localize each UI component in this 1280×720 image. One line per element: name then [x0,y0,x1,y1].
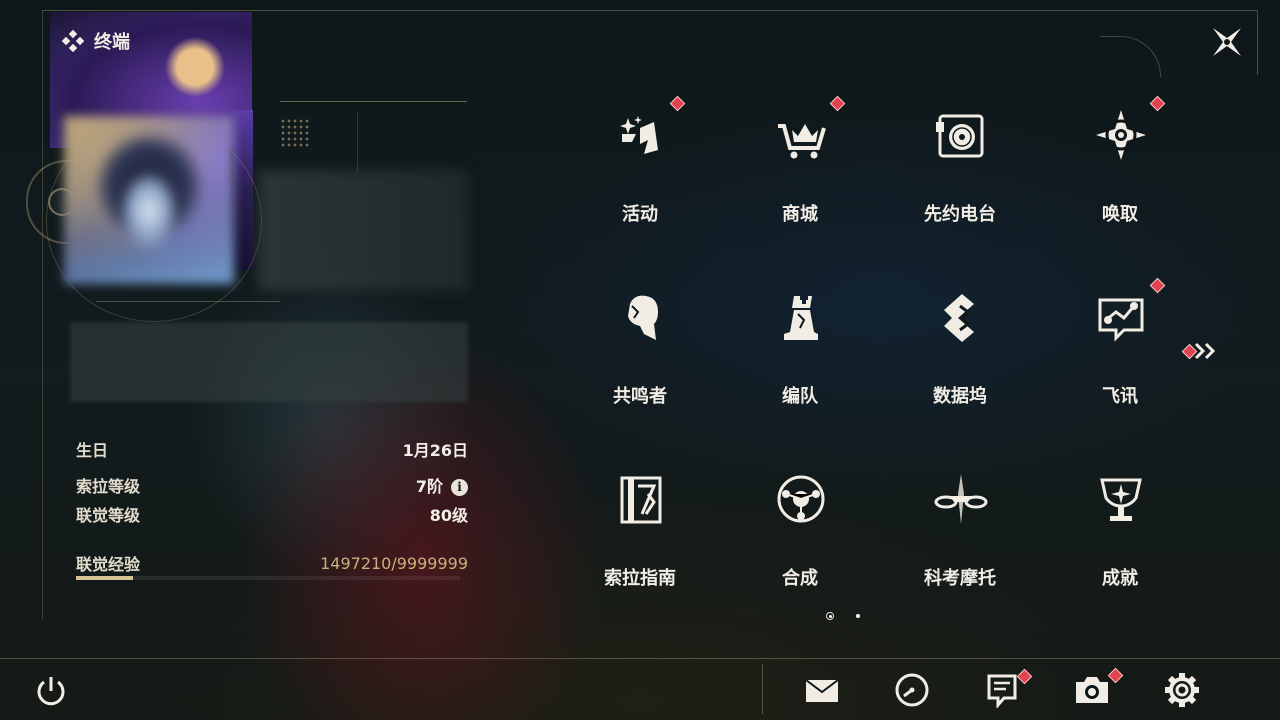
menu-item-team[interactable]: 编队 [750,278,850,418]
menu-item-label: 编队 [782,386,818,407]
clock-button[interactable] [894,672,930,708]
menu-item-achievements[interactable]: 成就 [1070,460,1170,600]
menu-item-activity[interactable]: 活动 [590,95,690,236]
mail-icon [805,679,839,702]
message-icon [1098,298,1144,342]
menu-item-label: 合成 [782,568,818,589]
terminal-logo-icon [62,30,84,52]
notification-badge [1149,95,1166,112]
activity-icon [620,116,658,154]
power-icon[interactable] [34,674,68,708]
shop-cart-icon [778,124,826,159]
synthesis-icon [777,475,825,523]
guidebook-icon [620,476,662,524]
bottom-separator [762,664,763,714]
notification-badge [829,95,846,112]
menu-item-synthesis[interactable]: 合成 [750,460,850,600]
menu-item-label: 数据坞 [933,386,987,407]
menu-item-label: 商城 [782,204,818,225]
menu-item-messages[interactable]: 飞讯 [1070,277,1170,418]
frame-right-line [1257,10,1258,75]
resonator-icon [628,295,658,340]
menu-item-shop[interactable]: 商城 [750,95,850,236]
info-key: 联觉经验 [76,555,141,574]
exp-value: 1497210/9999999 [320,553,468,573]
camera-icon [1076,677,1108,703]
menu-item-data-bank[interactable]: 数据坞 [910,278,1010,418]
avatar[interactable] [64,116,234,284]
frame-left-line [42,10,43,620]
info-row-union-exp: 联觉经验 1497210/9999999 [76,551,468,575]
page-indicator [826,612,860,620]
player-signature-blurred[interactable] [70,322,468,402]
info-key: 生日 [76,441,109,460]
mail-button[interactable] [804,672,840,708]
chess-team-icon [784,296,818,340]
chevron-right-icon [1194,342,1216,360]
notification-badge [1149,277,1166,294]
page-title: 终端 [62,28,130,54]
exp-progress-fill [76,576,134,580]
info-key: 索拉等级 [76,477,141,496]
info-value: 1月26日 [402,441,468,460]
page-dot-active[interactable] [826,612,834,620]
menu-item-label: 先约电台 [924,204,996,225]
next-page-button[interactable] [1180,340,1222,362]
info-row-sola-level: 索拉等级 7阶 i [76,473,468,497]
info-key: 联觉等级 [76,506,141,525]
exp-progress-bar [76,576,460,580]
settings-button[interactable] [1164,672,1200,708]
menu-item-label: 成就 [1102,568,1138,589]
info-value: 80级 [429,506,468,525]
divider [357,112,358,172]
motorcycle-icon [934,474,988,524]
info-value: 7阶 [415,477,443,496]
menu-item-label: 科考摩托 [924,568,996,589]
menu-item-convene[interactable]: 唤取 [1070,95,1170,236]
notice-button[interactable] [984,668,1033,710]
menu-item-resonators[interactable]: 共鸣者 [590,278,690,418]
menu-item-label: 活动 [622,204,658,225]
menu-item-label: 飞讯 [1102,386,1138,407]
decor-dots [280,118,310,148]
frame-top-line [42,10,1257,11]
menu-item-label: 共鸣者 [613,386,667,407]
notification-badge [669,95,686,112]
divider [96,301,280,302]
data-bank-icon [944,294,974,342]
info-row-birthday: 生日 1月26日 [76,437,468,461]
info-icon[interactable]: i [451,479,468,496]
menu-item-radio[interactable]: 先约电台 [910,96,1010,236]
menu-item-motorcycle[interactable]: 科考摩托 [910,460,1010,600]
settings-icon [1165,673,1199,707]
page-title-text: 终端 [94,32,130,53]
menu-item-label: 索拉指南 [604,568,676,589]
radio-icon [936,114,984,158]
notice-icon [987,674,1017,710]
clock-icon [895,673,929,707]
menu-item-guidebook[interactable]: 索拉指南 [590,460,690,600]
trophy-icon [1100,478,1142,521]
divider [280,101,467,102]
player-name-blurred [258,170,468,290]
camera-button[interactable] [1074,667,1124,708]
convene-icon [1096,110,1146,160]
info-row-union-level: 联觉等级 80级 [76,502,468,526]
close-icon[interactable] [1207,22,1247,62]
menu-item-label: 唤取 [1102,204,1138,225]
page-dot[interactable] [856,614,860,618]
bottom-divider [0,658,1280,659]
